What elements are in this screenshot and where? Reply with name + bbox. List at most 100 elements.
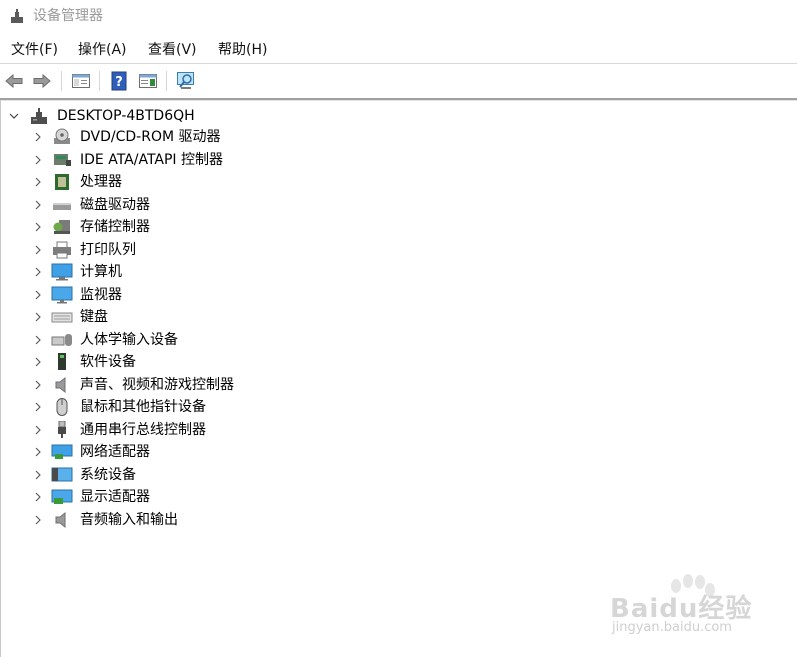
tree-root-label: DESKTOP-4BTD6QH bbox=[57, 108, 195, 124]
window-title: 设备管理器 bbox=[33, 8, 103, 24]
tree-item-label: 处理器 bbox=[80, 174, 122, 190]
tree-item-label: DVD/CD-ROM 驱动器 bbox=[80, 129, 221, 145]
chevron-right-icon[interactable] bbox=[33, 199, 43, 211]
tree-item-label: 打印队列 bbox=[80, 241, 136, 258]
chevron-right-icon[interactable] bbox=[33, 154, 43, 166]
chevron-right-icon[interactable] bbox=[33, 266, 43, 278]
menu-separator bbox=[0, 63, 797, 64]
tree-item[interactable]: 人体学输入设备 bbox=[33, 330, 178, 350]
chevron-right-icon[interactable] bbox=[33, 379, 43, 391]
show-hide-console-tree-button[interactable] bbox=[70, 70, 92, 92]
tree-item[interactable]: 打印队列 bbox=[33, 240, 136, 260]
tree-item-label: 显示适配器 bbox=[80, 489, 150, 505]
tree-item[interactable]: 存储控制器 bbox=[33, 217, 150, 237]
chevron-down-icon[interactable] bbox=[8, 110, 20, 122]
tree-root-node[interactable]: DESKTOP-4BTD6QH bbox=[8, 106, 195, 126]
toolbar-divider bbox=[99, 71, 100, 91]
show-hide-console-tree-icon bbox=[72, 74, 90, 88]
tree-item-label: 系统设备 bbox=[80, 466, 136, 483]
tree-item-label: 声音、视频和游戏控制器 bbox=[80, 376, 234, 393]
forward-icon bbox=[33, 73, 51, 89]
toolbar-divider bbox=[61, 71, 62, 91]
help-button[interactable]: ? bbox=[108, 70, 130, 92]
sound-icon bbox=[51, 376, 73, 394]
back-button[interactable] bbox=[3, 70, 25, 92]
tree-item[interactable]: 通用串行总线控制器 bbox=[33, 420, 206, 440]
tree-item-label: 软件设备 bbox=[80, 354, 136, 370]
tree-item[interactable]: 系统设备 bbox=[33, 465, 136, 485]
system-device-icon bbox=[51, 466, 73, 484]
chevron-right-icon[interactable] bbox=[33, 469, 43, 481]
watermark-subtext: jingyan.baidu.com bbox=[612, 620, 732, 635]
audio-io-icon bbox=[51, 511, 73, 529]
chevron-right-icon[interactable] bbox=[33, 446, 43, 458]
chevron-right-icon[interactable] bbox=[33, 311, 43, 323]
menu-action[interactable]: 操作(A) bbox=[76, 40, 129, 60]
tree-item-label: 鼠标和其他指针设备 bbox=[80, 399, 206, 415]
menu-view[interactable]: 查看(V) bbox=[146, 40, 199, 60]
scan-hardware-button[interactable] bbox=[176, 70, 198, 92]
tree-item-label: 音频输入和输出 bbox=[80, 511, 178, 528]
tree-item[interactable]: DVD/CD-ROM 驱动器 bbox=[33, 127, 221, 147]
tree-item-label: 磁盘驱动器 bbox=[80, 196, 150, 213]
tree-item[interactable]: 软件设备 bbox=[33, 352, 136, 372]
chevron-right-icon[interactable] bbox=[33, 401, 43, 413]
forward-button[interactable] bbox=[31, 70, 53, 92]
storage-controller-icon bbox=[51, 218, 73, 236]
menu-help[interactable]: 帮助(H) bbox=[216, 40, 269, 60]
svg-text:?: ? bbox=[115, 75, 123, 90]
usb-icon bbox=[51, 420, 73, 439]
chevron-right-icon[interactable] bbox=[33, 176, 43, 188]
printer-icon bbox=[51, 241, 73, 259]
tree-item[interactable]: 显示适配器 bbox=[33, 487, 150, 507]
tree-item-label: 存储控制器 bbox=[80, 219, 150, 235]
scan-hardware-icon bbox=[177, 72, 194, 89]
tree-item-label: IDE ATA/ATAPI 控制器 bbox=[80, 151, 224, 168]
tree-item[interactable]: 鼠标和其他指针设备 bbox=[33, 397, 206, 417]
chevron-right-icon[interactable] bbox=[33, 491, 43, 503]
chevron-right-icon[interactable] bbox=[33, 244, 43, 256]
network-adapter-icon bbox=[51, 443, 73, 461]
chevron-right-icon[interactable] bbox=[33, 334, 43, 346]
processor-icon bbox=[51, 173, 73, 191]
tree-item[interactable]: 监视器 bbox=[33, 285, 122, 305]
computer-host-icon bbox=[31, 108, 47, 124]
chevron-right-icon[interactable] bbox=[33, 221, 43, 233]
disk-drive-icon bbox=[51, 196, 73, 214]
tree-item-label: 监视器 bbox=[80, 286, 122, 303]
tree-item-label: 计算机 bbox=[80, 264, 122, 280]
tree-item[interactable]: 网络适配器 bbox=[33, 442, 150, 462]
chevron-right-icon[interactable] bbox=[33, 514, 43, 526]
computer-icon bbox=[51, 263, 73, 281]
dvd-drive-icon bbox=[51, 128, 73, 146]
tree-item[interactable]: 计算机 bbox=[33, 262, 122, 282]
action-pane-button[interactable] bbox=[137, 70, 159, 92]
tree-item-label: 通用串行总线控制器 bbox=[80, 421, 206, 438]
help-icon: ? bbox=[111, 71, 127, 91]
tree-item-label: 人体学输入设备 bbox=[80, 331, 178, 348]
chevron-right-icon[interactable] bbox=[33, 424, 43, 436]
ide-controller-icon bbox=[51, 151, 73, 169]
tree-item[interactable]: IDE ATA/ATAPI 控制器 bbox=[33, 150, 223, 170]
menu-file[interactable]: 文件(F) bbox=[9, 40, 60, 60]
pane-border-inner bbox=[0, 100, 797, 101]
tree-item[interactable]: 处理器 bbox=[33, 172, 122, 192]
chevron-right-icon[interactable] bbox=[33, 356, 43, 368]
mouse-icon bbox=[51, 398, 73, 416]
chevron-right-icon[interactable] bbox=[33, 131, 43, 143]
toolbar-divider bbox=[166, 71, 167, 91]
chevron-right-icon[interactable] bbox=[33, 289, 43, 301]
tree-item[interactable]: 音频输入和输出 bbox=[33, 510, 178, 530]
title-bar: 设备管理器 bbox=[0, 0, 797, 34]
action-pane-icon bbox=[139, 74, 157, 88]
back-icon bbox=[5, 73, 23, 89]
keyboard-icon bbox=[51, 308, 73, 326]
tree-item-label: 键盘 bbox=[80, 309, 108, 325]
tree-item[interactable]: 磁盘驱动器 bbox=[33, 195, 150, 215]
hid-icon bbox=[51, 331, 73, 349]
toolbar: ? bbox=[0, 65, 797, 97]
tree-item[interactable]: 键盘 bbox=[33, 307, 108, 327]
tree-item-label: 网络适配器 bbox=[80, 444, 150, 460]
monitor-icon bbox=[51, 286, 73, 304]
tree-item[interactable]: 声音、视频和游戏控制器 bbox=[33, 375, 234, 395]
